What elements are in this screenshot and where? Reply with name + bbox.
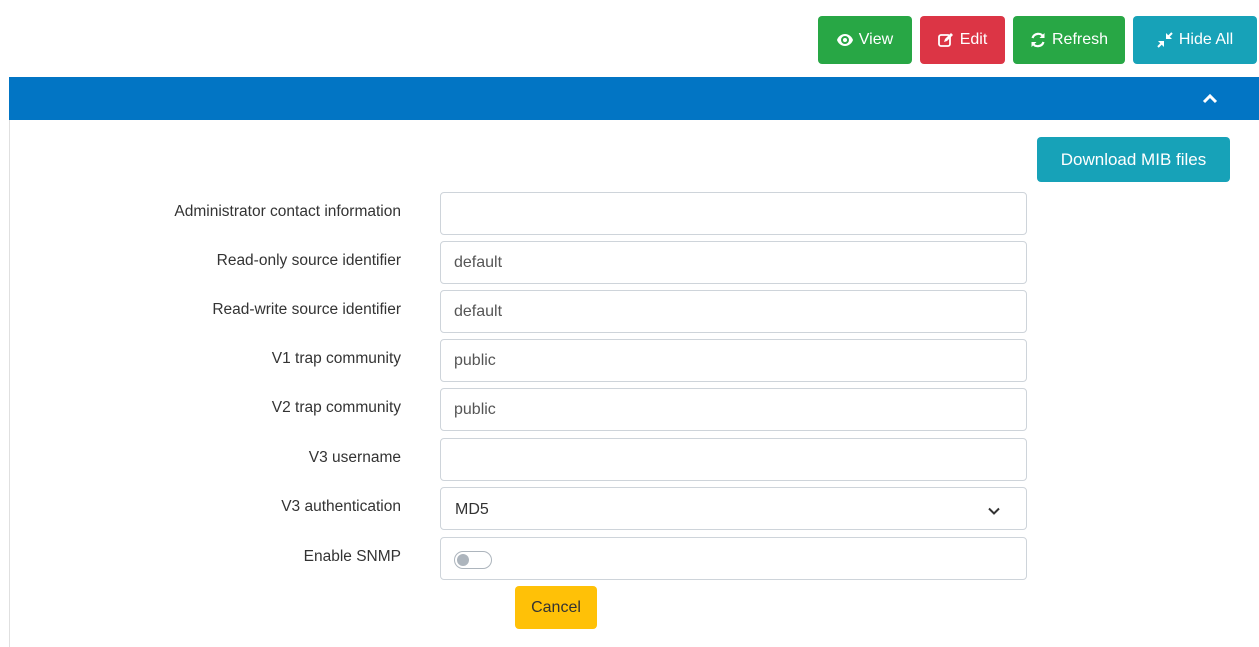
form-row-v2-trap: V2 trap community <box>0 388 1259 431</box>
v2-trap-input[interactable] <box>440 388 1027 431</box>
v2-trap-label: V2 trap community <box>271 399 401 416</box>
rw-source-label: Read-write source identifier <box>212 301 401 318</box>
v3-auth-select[interactable]: MD5 <box>440 487 1027 530</box>
v1-trap-input[interactable] <box>440 339 1027 382</box>
download-mib-button[interactable]: Download MIB files <box>1037 137 1230 182</box>
compress-icon <box>1157 32 1173 48</box>
refresh-icon <box>1030 32 1046 48</box>
admin-contact-input[interactable] <box>440 192 1027 235</box>
enable-snmp-container <box>440 537 1027 580</box>
form-row-enable-snmp: Enable SNMP <box>0 537 1259 580</box>
v3-username-input[interactable] <box>440 438 1027 481</box>
enable-snmp-toggle[interactable] <box>454 551 492 569</box>
form-row-v3-username: V3 username <box>0 438 1259 481</box>
form-row-admin-contact: Administrator contact information <box>0 192 1259 235</box>
refresh-button[interactable]: Refresh <box>1013 16 1125 64</box>
hide-all-button-label: Hide All <box>1178 31 1234 48</box>
toggle-knob <box>457 554 469 566</box>
ro-source-label: Read-only source identifier <box>216 252 401 269</box>
v3-auth-label: V3 authentication <box>281 498 401 515</box>
v3-auth-selected-value: MD5 <box>455 501 489 518</box>
panel-header <box>9 77 1259 120</box>
v3-username-label: V3 username <box>308 449 401 466</box>
view-button-label: View <box>858 31 894 48</box>
snmp-settings-page: View Edit Refresh Hide All Download MIB … <box>0 0 1259 647</box>
edit-button[interactable]: Edit <box>920 16 1005 64</box>
form-row-ro-source: Read-only source identifier <box>0 241 1259 284</box>
ro-source-input[interactable] <box>440 241 1027 284</box>
v1-trap-label: V1 trap community <box>271 350 401 367</box>
rw-source-input[interactable] <box>440 290 1027 333</box>
cancel-button[interactable]: Cancel <box>515 586 597 629</box>
form-row-rw-source: Read-write source identifier <box>0 290 1259 333</box>
refresh-button-label: Refresh <box>1051 31 1109 48</box>
hide-all-button[interactable]: Hide All <box>1133 16 1257 64</box>
chevron-up-icon[interactable] <box>1201 90 1219 108</box>
form-row-v1-trap: V1 trap community <box>0 339 1259 382</box>
form-row-v3-auth: V3 authentication MD5 <box>0 487 1259 530</box>
chevron-down-icon <box>988 504 1000 516</box>
edit-button-label: Edit <box>959 31 988 48</box>
enable-snmp-label: Enable SNMP <box>303 548 401 565</box>
view-button[interactable]: View <box>818 16 912 64</box>
toolbar: View Edit Refresh Hide All <box>818 16 1257 64</box>
admin-contact-label: Administrator contact information <box>174 203 401 220</box>
edit-icon <box>937 32 954 48</box>
eye-icon <box>836 32 853 48</box>
